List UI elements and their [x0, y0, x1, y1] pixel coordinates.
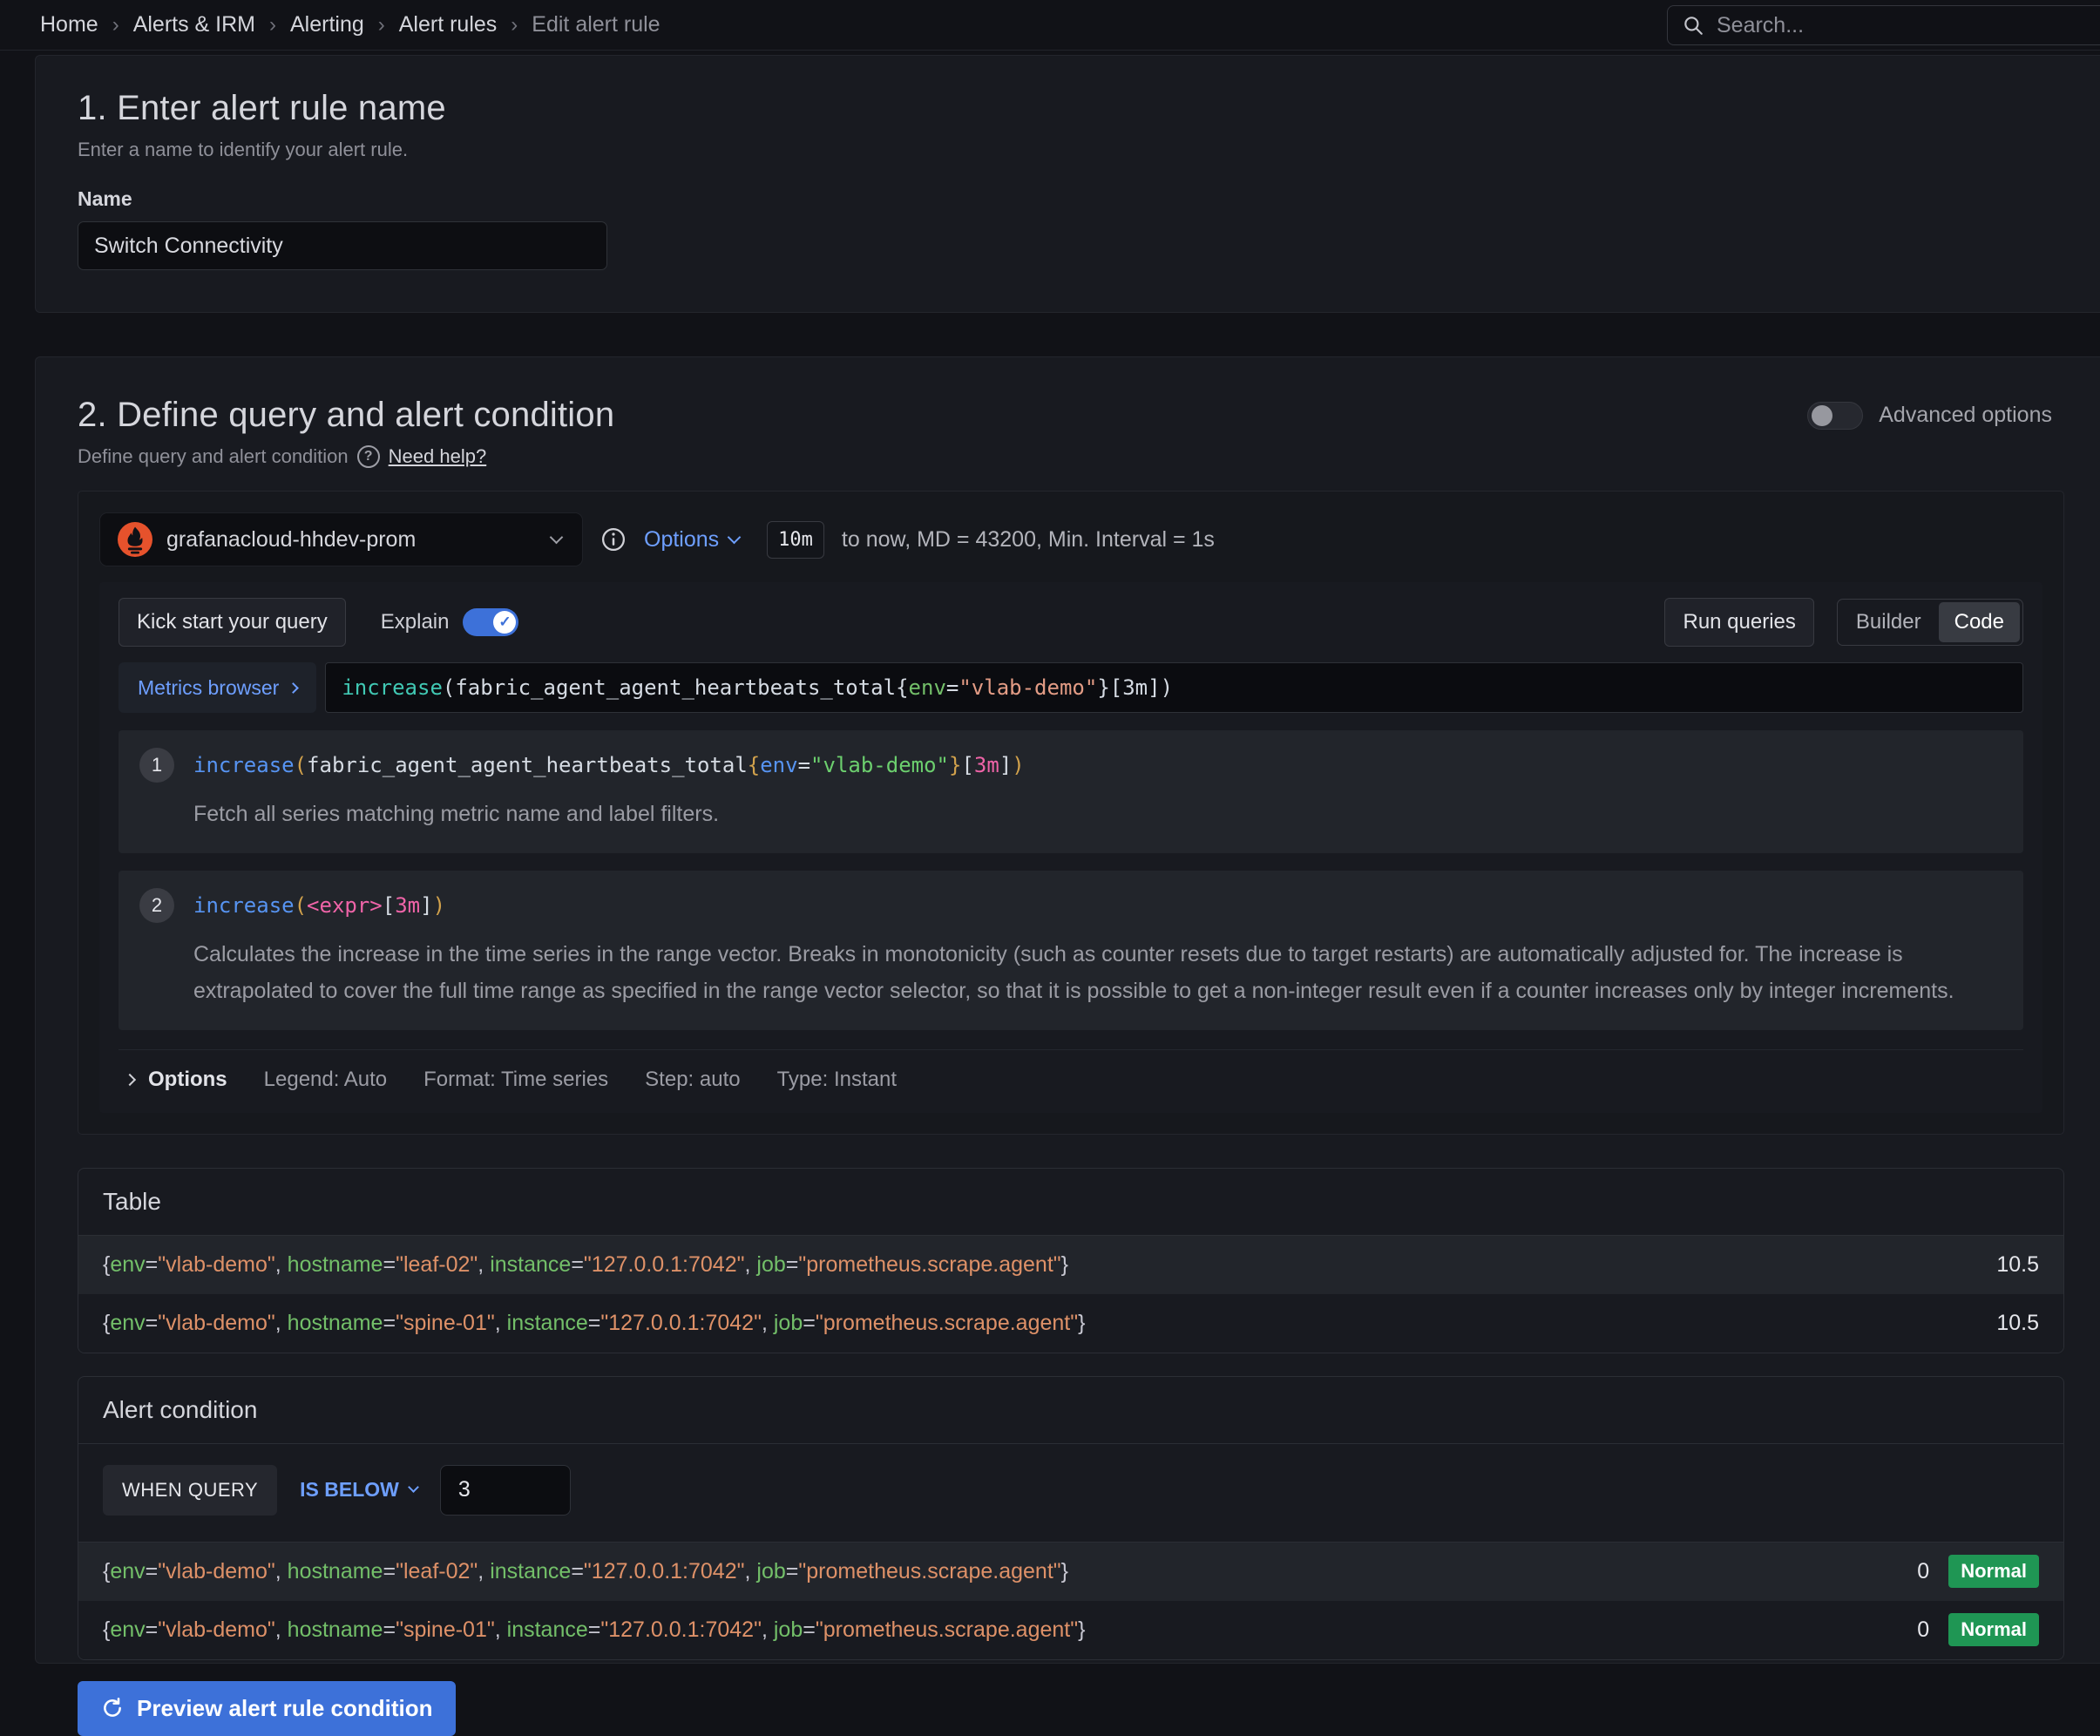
alert-instance-row: {env="vlab-demo", hostname="leaf-02", in…: [78, 1543, 2063, 1601]
name-field-label: Name: [78, 187, 2064, 211]
series-labels: {env="vlab-demo", hostname="leaf-02", in…: [103, 1559, 1917, 1584]
alert-condition-title: Alert condition: [78, 1377, 2063, 1444]
step-description: Fetch all series matching metric name an…: [193, 797, 2002, 832]
status-badge: Normal: [1948, 1555, 2039, 1588]
format-meta: Format: Time series: [423, 1068, 608, 1092]
table-panel-title: Table: [78, 1169, 2063, 1236]
explain-label: Explain: [381, 610, 450, 634]
status-badge: Normal: [1948, 1613, 2039, 1646]
builder-mode-button[interactable]: Builder: [1840, 602, 1937, 642]
breadcrumb: Home › Alerts & IRM › Alerting › Alert r…: [40, 12, 660, 37]
table-row: {env="vlab-demo", hostname="leaf-02", in…: [78, 1236, 2063, 1294]
section2-subtitle: Define query and alert condition: [78, 445, 349, 468]
top-nav-bar: Home › Alerts & IRM › Alerting › Alert r…: [0, 0, 2100, 51]
step-number: 2: [139, 888, 174, 923]
table-row: {env="vlab-demo", hostname="spine-01", i…: [78, 1294, 2063, 1353]
search-box[interactable]: [1667, 5, 2100, 45]
section2-title: 2. Define query and alert condition: [78, 396, 614, 435]
step-expression: increase(fabric_agent_agent_heartbeats_t…: [193, 753, 1025, 777]
prometheus-icon: [118, 522, 152, 557]
toggle-knob: ✓: [493, 611, 516, 634]
step-description: Calculates the increase in the time seri…: [193, 937, 2002, 1009]
sync-icon: [100, 1696, 125, 1720]
options-expander-label: Options: [148, 1068, 227, 1092]
help-circle-icon: ?: [357, 445, 380, 468]
step-expression: increase(<expr>[3m]): [193, 893, 445, 918]
breadcrumb-alerts-irm[interactable]: Alerts & IRM: [133, 12, 255, 37]
info-circle-icon: [600, 526, 627, 553]
series-labels: {env="vlab-demo", hostname="spine-01", i…: [103, 1617, 1917, 1643]
metrics-browser-button[interactable]: Metrics browser: [119, 662, 316, 713]
chevron-right-icon: [124, 1074, 136, 1086]
series-value: 10.5: [1996, 1252, 2039, 1278]
preview-alert-rule-condition-button[interactable]: Preview alert rule condition: [78, 1681, 456, 1736]
run-queries-button[interactable]: Run queries: [1664, 598, 1813, 647]
chevron-down-icon: [408, 1482, 419, 1493]
advanced-options-label: Advanced options: [1879, 403, 2052, 428]
breadcrumb-separator-icon: ›: [269, 13, 276, 37]
step-number: 1: [139, 748, 174, 783]
time-range-text: to now, MD = 43200, Min. Interval = 1s: [842, 527, 1215, 553]
table-preview-panel: Table {env="vlab-demo", hostname="leaf-0…: [78, 1168, 2064, 1353]
interval-badge: 10m: [767, 521, 824, 559]
operator-label: IS BELOW: [300, 1478, 399, 1502]
section-define-query-alert-condition: 2. Define query and alert condition Adva…: [35, 356, 2100, 1664]
toggle-knob: [1812, 405, 1832, 426]
preview-button-label: Preview alert rule condition: [137, 1695, 433, 1722]
chevron-right-icon: [288, 682, 299, 694]
explain-step-1: 1 increase(fabric_agent_agent_heartbeats…: [119, 730, 2023, 853]
series-labels: {env="vlab-demo", hostname="leaf-02", in…: [103, 1252, 1996, 1278]
breadcrumb-alert-rules[interactable]: Alert rules: [399, 12, 498, 37]
type-meta: Type: Instant: [777, 1068, 897, 1092]
series-labels: {env="vlab-demo", hostname="spine-01", i…: [103, 1311, 1996, 1336]
breadcrumb-separator-icon: ›: [378, 13, 385, 37]
query-options-toggle[interactable]: Options: [644, 527, 739, 553]
metrics-browser-label: Metrics browser: [138, 676, 279, 700]
builder-code-switch: Builder Code: [1837, 599, 2023, 646]
query-editor: grafanacloud-hhdev-prom Options 10m to n…: [78, 491, 2064, 1135]
breadcrumb-alerting[interactable]: Alerting: [290, 12, 364, 37]
breadcrumb-edit-alert-rule: Edit alert rule: [532, 12, 660, 37]
section1-title: 1. Enter alert rule name: [78, 89, 2064, 128]
promql-expression-input[interactable]: increase(fabric_agent_agent_heartbeats_t…: [325, 662, 2023, 713]
breadcrumb-separator-icon: ›: [112, 13, 119, 37]
options-expander[interactable]: Options: [125, 1068, 227, 1092]
breadcrumb-separator-icon: ›: [511, 13, 518, 37]
explain-toggle[interactable]: ✓: [463, 608, 518, 636]
series-value: 0: [1917, 1559, 1929, 1584]
search-input[interactable]: [1717, 13, 2100, 38]
main-content: 1. Enter alert rule name Enter a name to…: [0, 55, 2100, 1664]
query-options-label: Options: [644, 527, 719, 553]
series-value: 10.5: [1996, 1311, 2039, 1336]
section1-subtitle: Enter a name to identify your alert rule…: [78, 139, 2064, 161]
series-value: 0: [1917, 1617, 1929, 1643]
datasource-picker[interactable]: grafanacloud-hhdev-prom: [99, 512, 583, 566]
kick-start-query-button[interactable]: Kick start your query: [119, 598, 346, 647]
alert-condition-panel: Alert condition WHEN QUERY IS BELOW {env…: [78, 1376, 2064, 1660]
search-icon: [1682, 14, 1704, 37]
legend-meta: Legend: Auto: [264, 1068, 387, 1092]
chevron-down-icon: [550, 530, 564, 544]
section-enter-alert-rule-name: 1. Enter alert rule name Enter a name to…: [35, 55, 2100, 313]
explain-step-2: 2 increase(<expr>[3m]) Calculates the in…: [119, 871, 2023, 1030]
prometheus-query-panel: Kick start your query Explain ✓ Run quer…: [99, 582, 2042, 1113]
step-meta: Step: auto: [645, 1068, 740, 1092]
threshold-input[interactable]: [440, 1465, 571, 1516]
chevron-down-icon: [728, 530, 742, 544]
breadcrumb-home[interactable]: Home: [40, 12, 98, 37]
when-query-chip[interactable]: WHEN QUERY: [103, 1465, 277, 1516]
operator-select[interactable]: IS BELOW: [300, 1478, 417, 1502]
alert-rule-name-input[interactable]: [78, 221, 607, 270]
condition-row: WHEN QUERY IS BELOW: [78, 1444, 2063, 1543]
code-mode-button[interactable]: Code: [1939, 602, 2020, 642]
alert-instance-row: {env="vlab-demo", hostname="spine-01", i…: [78, 1601, 2063, 1659]
advanced-options-toggle[interactable]: [1807, 402, 1863, 430]
need-help-link[interactable]: Need help?: [389, 445, 487, 468]
datasource-name: grafanacloud-hhdev-prom: [166, 527, 538, 553]
query-options-row: Options Legend: Auto Format: Time series…: [119, 1049, 2023, 1095]
